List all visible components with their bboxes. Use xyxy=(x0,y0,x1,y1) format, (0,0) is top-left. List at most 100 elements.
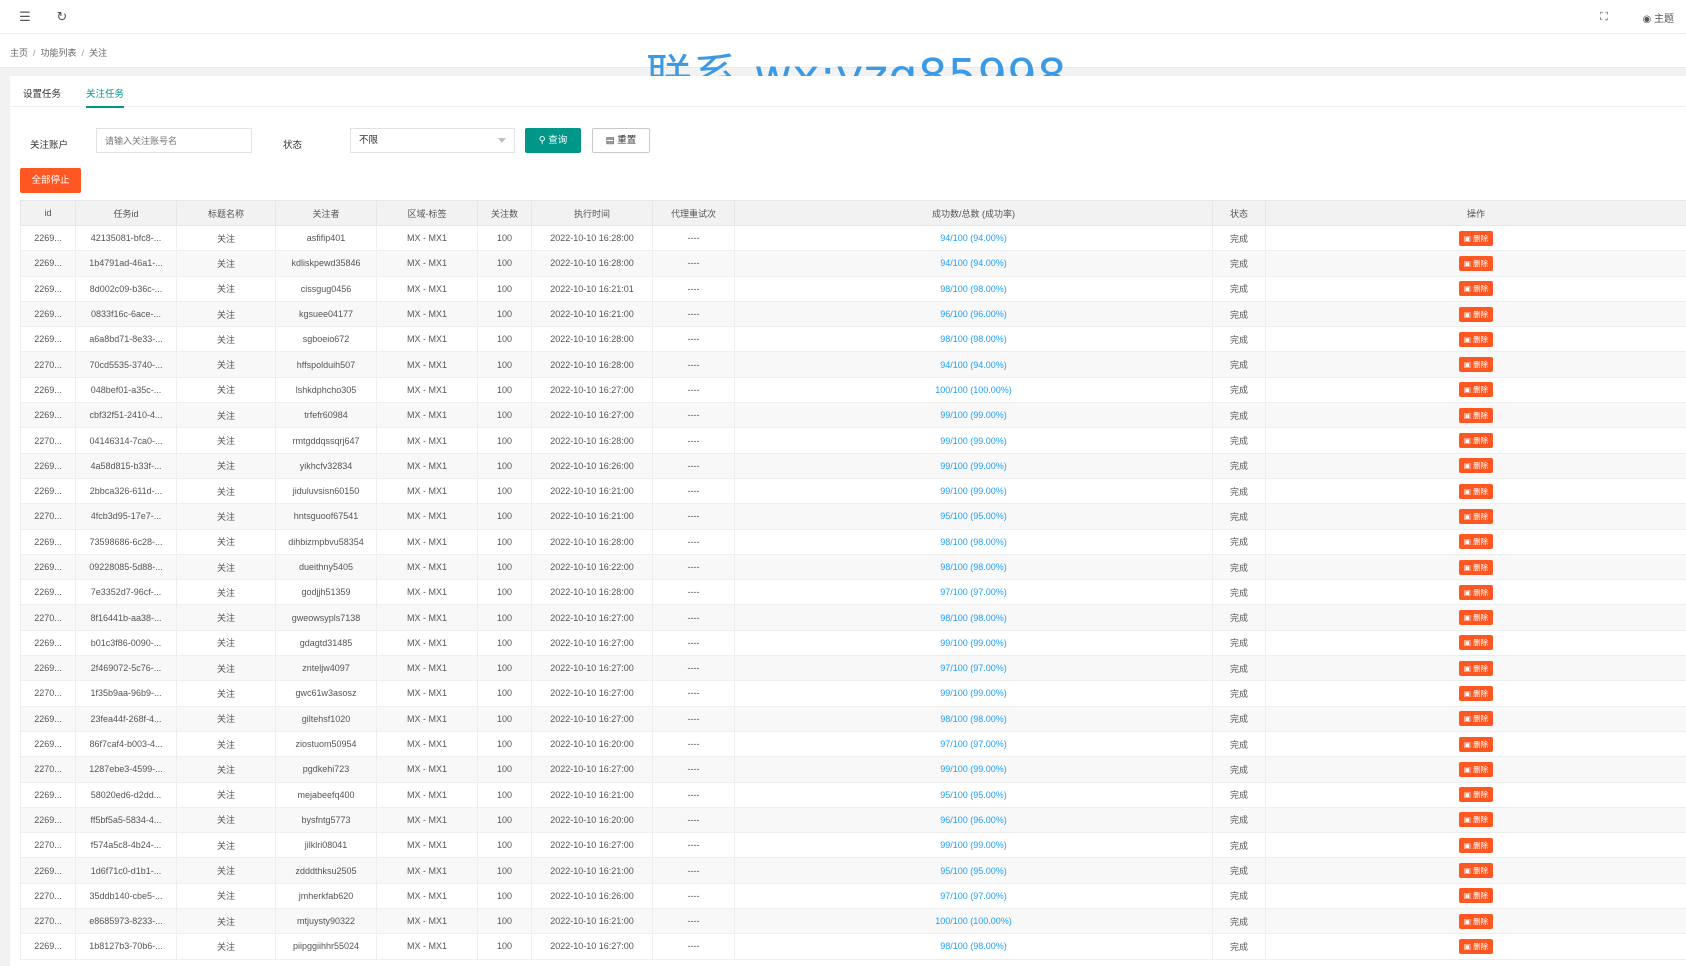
delete-button-label: 删除 xyxy=(1473,537,1489,547)
delete-button[interactable]: ▣ 删除 xyxy=(1459,787,1493,803)
delete-button[interactable]: ▣ 删除 xyxy=(1459,357,1493,373)
breadcrumb-home[interactable]: 主页 xyxy=(10,48,28,58)
delete-button[interactable]: ▣ 删除 xyxy=(1459,306,1493,322)
cell-proxy-retry: ---- xyxy=(652,427,735,454)
cell-follower: mtjuysty90322 xyxy=(275,908,377,935)
cell-success-rate[interactable]: 97/100 (97.00%) xyxy=(734,882,1213,910)
cell-success-rate[interactable]: 100/100 (100.00%) xyxy=(734,376,1213,404)
delete-button-label: 删除 xyxy=(1473,840,1489,850)
delete-button[interactable]: ▣ 删除 xyxy=(1459,559,1493,575)
cell-success-rate[interactable]: 96/100 (96.00%) xyxy=(734,300,1213,328)
cell-follow-count: 100 xyxy=(477,882,532,910)
delete-button[interactable]: ▣ 删除 xyxy=(1459,812,1493,828)
tab-settings-task[interactable]: 设置任务 xyxy=(23,86,61,106)
delete-button[interactable]: ▣ 删除 xyxy=(1459,281,1493,297)
table-row: 2269... 2f469072-5c76-... 关注 znteljw4097 MX … xyxy=(20,655,1686,682)
cell-success-rate[interactable]: 97/100 (97.00%) xyxy=(734,730,1213,758)
delete-button[interactable]: ▣ 删除 xyxy=(1459,888,1493,904)
cell-region-tag: MX - MX1 xyxy=(376,806,478,834)
delete-button[interactable]: ▣ 删除 xyxy=(1459,230,1493,246)
cell-success-rate[interactable]: 99/100 (99.00%) xyxy=(734,427,1213,454)
delete-button[interactable]: ▣ 删除 xyxy=(1459,761,1493,777)
delete-button[interactable]: ▣ 删除 xyxy=(1459,433,1493,449)
delete-button[interactable]: ▣ 删除 xyxy=(1459,913,1493,929)
refresh-icon[interactable]: ↻ xyxy=(54,9,70,25)
cell-success-rate[interactable]: 99/100 (99.00%) xyxy=(734,452,1213,479)
account-label: 关注账户 xyxy=(30,140,69,151)
cell-id: 2269... xyxy=(20,933,76,960)
cell-success-rate[interactable]: 98/100 (98.00%) xyxy=(734,553,1213,581)
cell-actions: ▣ 删除 xyxy=(1265,528,1686,555)
cell-success-rate[interactable]: 98/100 (98.00%) xyxy=(734,275,1213,302)
cell-success-rate[interactable]: 98/100 (98.00%) xyxy=(734,528,1213,555)
stop-all-button[interactable]: 全部停止 xyxy=(20,168,81,193)
menu-icon[interactable]: ☰ xyxy=(17,9,33,25)
cell-exec-time: 2022-10-10 16:27:00 xyxy=(531,604,653,631)
reset-button[interactable]: ▤ 重置 xyxy=(592,128,650,153)
cell-success-rate[interactable]: 99/100 (99.00%) xyxy=(734,477,1213,505)
cell-success-rate[interactable]: 98/100 (98.00%) xyxy=(734,326,1213,353)
cell-follow-count: 100 xyxy=(477,680,532,707)
theme-button[interactable]: ◉ 主题 xyxy=(1642,10,1674,25)
delete-button[interactable]: ▣ 删除 xyxy=(1459,711,1493,727)
cell-success-rate[interactable]: 95/100 (95.00%) xyxy=(734,503,1213,530)
delete-button[interactable]: ▣ 删除 xyxy=(1459,407,1493,423)
delete-button[interactable]: ▣ 删除 xyxy=(1459,483,1493,499)
cell-task-id: 1287ebe3-4599-... xyxy=(75,756,177,783)
cell-proxy-retry: ---- xyxy=(652,806,735,834)
delete-button[interactable]: ▣ 删除 xyxy=(1459,508,1493,524)
cell-success-rate[interactable]: 96/100 (96.00%) xyxy=(734,806,1213,834)
delete-button[interactable]: ▣ 删除 xyxy=(1459,837,1493,853)
delete-button[interactable]: ▣ 删除 xyxy=(1459,382,1493,398)
delete-button[interactable]: ▣ 删除 xyxy=(1459,938,1493,954)
cell-success-rate[interactable]: 94/100 (94.00%) xyxy=(734,224,1213,252)
cell-success-rate[interactable]: 99/100 (99.00%) xyxy=(734,629,1213,657)
cell-success-rate[interactable]: 98/100 (98.00%) xyxy=(734,705,1213,732)
delete-button[interactable]: ▣ 删除 xyxy=(1459,660,1493,676)
cell-success-rate[interactable]: 99/100 (99.00%) xyxy=(734,402,1213,429)
cell-task-id: 1b8127b3-70b6-... xyxy=(75,933,177,960)
cell-status: 完成 xyxy=(1212,452,1266,479)
cell-success-rate[interactable]: 99/100 (99.00%) xyxy=(734,680,1213,707)
delete-button[interactable]: ▣ 删除 xyxy=(1459,534,1493,550)
cell-success-rate[interactable]: 100/100 (100.00%) xyxy=(734,908,1213,935)
query-button[interactable]: ⚲ 查询 xyxy=(525,128,581,153)
cell-region-tag: MX - MX1 xyxy=(376,756,478,783)
account-input[interactable] xyxy=(96,128,252,153)
cell-success-rate[interactable]: 99/100 (99.00%) xyxy=(734,832,1213,859)
cell-follow-count: 100 xyxy=(477,730,532,758)
delete-button[interactable]: ▣ 删除 xyxy=(1459,635,1493,651)
cell-success-rate[interactable]: 98/100 (98.00%) xyxy=(734,933,1213,960)
table-row: 2270... 70cd5535-3740-... 关注 hffspolduih507… xyxy=(20,351,1686,378)
delete-button[interactable]: ▣ 删除 xyxy=(1459,685,1493,701)
status-select[interactable]: 不限 xyxy=(350,128,515,153)
delete-button-label: 删除 xyxy=(1473,562,1489,572)
delete-button[interactable]: ▣ 删除 xyxy=(1459,736,1493,752)
fullscreen-icon[interactable]: ⛶ xyxy=(1596,9,1612,25)
delete-button[interactable]: ▣ 删除 xyxy=(1459,458,1493,474)
cell-success-rate[interactable]: 95/100 (95.00%) xyxy=(734,857,1213,884)
cell-success-rate[interactable]: 97/100 (97.00%) xyxy=(734,655,1213,682)
delete-button[interactable]: ▣ 删除 xyxy=(1459,584,1493,600)
cell-success-rate[interactable]: 94/100 (94.00%) xyxy=(734,351,1213,378)
delete-button[interactable]: ▣ 删除 xyxy=(1459,331,1493,347)
delete-button-label: 删除 xyxy=(1473,638,1489,648)
cell-status: 完成 xyxy=(1212,528,1266,555)
cell-title: 关注 xyxy=(176,427,276,454)
cell-status: 完成 xyxy=(1212,705,1266,732)
delete-button[interactable]: ▣ 删除 xyxy=(1459,863,1493,879)
cell-follower: gdagtd31485 xyxy=(275,629,377,657)
delete-button[interactable]: ▣ 删除 xyxy=(1459,610,1493,626)
cell-exec-time: 2022-10-10 16:27:00 xyxy=(531,629,653,657)
tab-follow-task[interactable]: 关注任务 xyxy=(86,86,125,108)
cell-success-rate[interactable]: 95/100 (95.00%) xyxy=(734,781,1213,808)
cell-success-rate[interactable]: 97/100 (97.00%) xyxy=(734,579,1213,606)
delete-button[interactable]: ▣ 删除 xyxy=(1459,255,1493,271)
cell-success-rate[interactable]: 98/100 (98.00%) xyxy=(734,604,1213,631)
breadcrumb-function-list[interactable]: 功能列表 xyxy=(41,48,77,58)
cell-proxy-retry: ---- xyxy=(652,857,735,884)
cell-region-tag: MX - MX1 xyxy=(376,224,478,252)
cell-task-id: 23fea44f-268f-4... xyxy=(75,705,177,732)
cell-success-rate[interactable]: 99/100 (99.00%) xyxy=(734,756,1213,783)
cell-success-rate[interactable]: 94/100 (94.00%) xyxy=(734,250,1213,277)
